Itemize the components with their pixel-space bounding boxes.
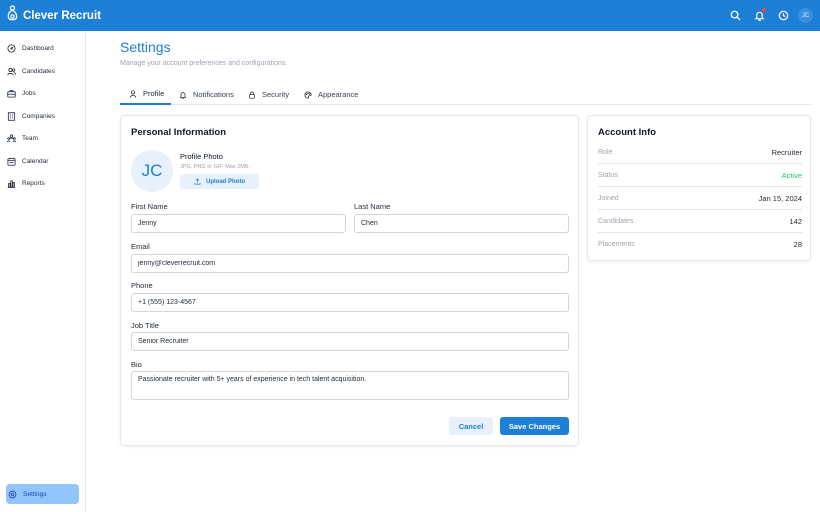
- brand[interactable]: Clever Recruit: [7, 4, 101, 27]
- app-name: Clever Recruit: [23, 9, 101, 22]
- page-subtitle: Manage your account preferences and conf…: [120, 60, 288, 67]
- bell-icon: [179, 91, 187, 99]
- cancel-button[interactable]: Cancel: [449, 417, 493, 435]
- team-icon: [7, 134, 16, 143]
- phone-input[interactable]: [131, 293, 569, 312]
- sidebar-item-label: Reports: [22, 180, 45, 187]
- tab-label: Security: [262, 90, 290, 99]
- info-value: Jan 15, 2024: [758, 193, 802, 203]
- top-bar: Clever Recruit JC: [0, 0, 820, 31]
- notification-dot: [762, 8, 766, 12]
- page-title: Settings: [120, 39, 171, 55]
- settings-tabs: Profile Notifications Security Appearanc…: [120, 84, 811, 105]
- tab-label: Profile: [143, 89, 165, 98]
- user-avatar[interactable]: JC: [798, 8, 813, 23]
- info-key: Role: [598, 148, 613, 156]
- bell-icon[interactable]: [753, 8, 766, 22]
- account-info-card: Account Info Role Recruiter Status Activ…: [587, 115, 811, 261]
- account-row-status: Status Active: [598, 164, 802, 187]
- sidebar: Dashboard Candidates Jobs Companies Team…: [0, 31, 86, 512]
- sidebar-item-team[interactable]: Team: [6, 129, 79, 148]
- phone-label: Phone: [131, 281, 153, 290]
- sidebar-item-reports[interactable]: Reports: [6, 174, 79, 193]
- sidebar-item-label: Jobs: [22, 90, 36, 97]
- sidebar-item-dashboard[interactable]: Dashboard: [6, 39, 79, 58]
- briefcase-icon: [7, 90, 16, 98]
- personal-info-card: Personal Information JC Profile Photo JP…: [120, 115, 579, 446]
- status-badge: Active: [781, 170, 802, 180]
- info-key: Candidates: [598, 217, 634, 225]
- tab-appearance[interactable]: Appearance: [304, 84, 358, 105]
- account-row-candidates: Candidates 142: [598, 210, 802, 233]
- upload-photo-label: Upload Photo: [206, 178, 245, 185]
- card-title: Account Info: [598, 127, 657, 138]
- info-value: 142: [789, 216, 802, 226]
- users-icon: [7, 67, 16, 76]
- upload-photo-button[interactable]: Upload Photo: [180, 174, 259, 189]
- last-name-input[interactable]: [354, 214, 569, 233]
- sidebar-item-label: Candidates: [22, 68, 55, 75]
- tab-label: Notifications: [193, 90, 234, 99]
- bar-chart-icon: [7, 180, 16, 188]
- calendar-icon: [7, 157, 16, 166]
- upload-icon: [194, 178, 201, 185]
- save-button[interactable]: Save Changes: [500, 417, 569, 435]
- sidebar-item-label: Calendar: [22, 158, 49, 165]
- job-title-label: Job Title: [131, 321, 159, 330]
- profile-avatar: JC: [131, 150, 173, 192]
- profile-photo-hint: JPG, PNG or GIF. Max 2MB.: [180, 164, 250, 170]
- job-title-input[interactable]: [131, 332, 569, 351]
- search-icon[interactable]: [729, 9, 742, 22]
- sidebar-item-companies[interactable]: Companies: [6, 107, 79, 126]
- tab-label: Appearance: [318, 90, 359, 99]
- building-icon: [7, 112, 16, 121]
- last-name-label: Last Name: [354, 202, 391, 211]
- info-value: 28: [793, 240, 802, 249]
- lock-icon: [249, 91, 255, 99]
- sidebar-item-label: Settings: [23, 490, 47, 498]
- info-value: Recruiter: [771, 147, 802, 157]
- account-row-placements: Placements 28: [598, 233, 802, 256]
- info-key: Placements: [598, 241, 635, 248]
- bio-label: Bio: [131, 360, 142, 369]
- first-name-input[interactable]: [131, 214, 346, 233]
- account-row-joined: Joined Jan 15, 2024: [598, 187, 802, 210]
- profile-photo-label: Profile Photo: [180, 152, 223, 161]
- tab-profile[interactable]: Profile: [120, 84, 171, 105]
- sidebar-item-settings[interactable]: Settings: [6, 484, 79, 504]
- sidebar-item-candidates[interactable]: Candidates: [6, 62, 79, 81]
- sidebar-item-label: Team: [22, 135, 38, 142]
- bio-textarea[interactable]: Passionate recruiter with 5+ years of ex…: [131, 371, 569, 400]
- dashboard-icon: [7, 44, 16, 53]
- account-row-role: Role Recruiter: [598, 141, 802, 164]
- sidebar-item-calendar[interactable]: Calendar: [6, 152, 79, 171]
- email-label: Email: [131, 242, 150, 251]
- palette-icon: [304, 90, 312, 99]
- info-key: Joined: [598, 194, 619, 202]
- clock-icon[interactable]: [777, 9, 790, 22]
- first-name-label: First Name: [131, 202, 168, 211]
- tab-security[interactable]: Security: [248, 84, 289, 105]
- email-input[interactable]: [131, 254, 569, 273]
- user-icon: [129, 89, 137, 98]
- tab-notifications[interactable]: Notifications: [179, 84, 234, 105]
- sidebar-item-jobs[interactable]: Jobs: [6, 84, 79, 103]
- gear-icon: [8, 490, 17, 498]
- card-title: Personal Information: [131, 127, 227, 138]
- info-key: Status: [598, 171, 618, 179]
- sidebar-item-label: Dashboard: [22, 45, 54, 52]
- sidebar-item-label: Companies: [22, 113, 55, 120]
- logo-icon: [7, 4, 18, 27]
